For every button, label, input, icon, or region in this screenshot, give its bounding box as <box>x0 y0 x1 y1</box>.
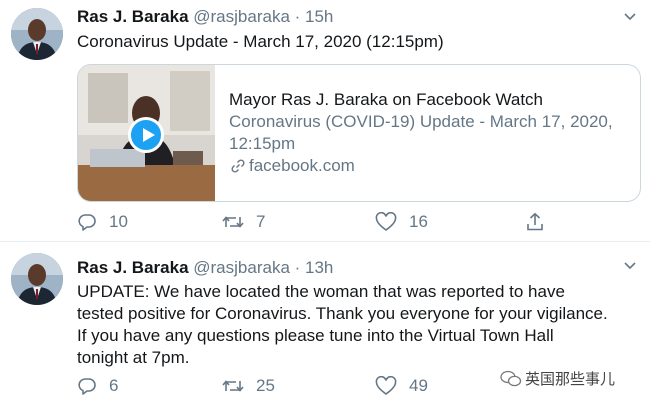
card-description: Coronavirus (COVID-19) Update - March 17… <box>229 112 613 153</box>
card-text: Mayor Ras J. Baraka on Facebook Watch Co… <box>229 89 629 177</box>
wechat-icon <box>500 370 522 386</box>
retweet-button[interactable]: 25 <box>222 376 275 396</box>
heart-icon <box>375 376 397 395</box>
watermark-text: 英国那些事儿 <box>525 371 616 388</box>
tweet-header: Ras J. Baraka @rasjbaraka · 13h <box>77 258 333 278</box>
timestamp[interactable]: 13h <box>305 258 333 277</box>
like-button[interactable]: 16 <box>375 212 428 232</box>
chevron-down-icon[interactable] <box>622 8 638 24</box>
reply-button[interactable]: 10 <box>77 212 128 232</box>
tweet-text-line: tonight at 7pm. <box>77 348 190 367</box>
retweet-icon <box>222 216 244 228</box>
card-title[interactable]: Mayor Ras J. Baraka on Facebook Watch <box>229 89 629 111</box>
reply-icon <box>78 378 96 395</box>
share-button[interactable] <box>525 212 545 232</box>
reply-button[interactable]: 6 <box>77 376 118 396</box>
tweet-header: Ras J. Baraka @rasjbaraka · 15h <box>77 7 333 27</box>
like-count: 16 <box>409 212 428 231</box>
card-domain[interactable]: facebook.com <box>229 155 629 177</box>
separator: · <box>289 7 306 26</box>
tweet-divider <box>0 241 650 242</box>
tweet-text: UPDATE: We have located the woman that w… <box>77 281 637 369</box>
author-name[interactable]: Ras J. Baraka <box>77 258 189 277</box>
author-handle[interactable]: @rasjbaraka <box>193 258 290 277</box>
timestamp[interactable]: 15h <box>305 7 333 26</box>
tweet-text-line: UPDATE: We have located the woman that w… <box>77 282 565 301</box>
tweet[interactable]: Ras J. Baraka @rasjbaraka · 15h Coronavi… <box>0 0 650 242</box>
play-icon[interactable] <box>128 117 164 153</box>
link-icon <box>231 159 245 173</box>
video-thumbnail[interactable] <box>78 65 215 201</box>
reply-icon <box>78 214 96 231</box>
retweet-button[interactable]: 7 <box>222 212 265 232</box>
author-handle[interactable]: @rasjbaraka <box>193 7 290 26</box>
like-count: 49 <box>409 376 428 395</box>
share-icon <box>527 212 543 231</box>
tweet-text: Coronavirus Update - March 17, 2020 (12:… <box>77 32 444 51</box>
reply-count: 6 <box>109 376 119 395</box>
retweet-count: 25 <box>256 376 275 395</box>
separator: · <box>289 258 306 277</box>
like-button[interactable]: 49 <box>375 376 428 396</box>
chevron-down-icon[interactable] <box>622 257 638 273</box>
card-domain-label: facebook.com <box>249 156 355 175</box>
tweet-text-line: tested positive for Coronavirus. Thank y… <box>77 304 608 323</box>
reply-count: 10 <box>109 212 128 231</box>
avatar[interactable] <box>11 253 63 305</box>
heart-icon <box>375 212 397 231</box>
watermark: 英国那些事儿 <box>500 368 615 389</box>
tweet-text-line: If you have any questions please tune in… <box>77 326 554 345</box>
tweet-actions: 10 7 16 <box>77 212 557 234</box>
tweet-actions: 6 25 49 <box>77 376 557 398</box>
retweet-icon <box>222 380 244 392</box>
link-card[interactable]: Mayor Ras J. Baraka on Facebook Watch Co… <box>77 64 641 202</box>
author-name[interactable]: Ras J. Baraka <box>77 7 189 26</box>
avatar[interactable] <box>11 8 63 60</box>
retweet-count: 7 <box>256 212 266 231</box>
